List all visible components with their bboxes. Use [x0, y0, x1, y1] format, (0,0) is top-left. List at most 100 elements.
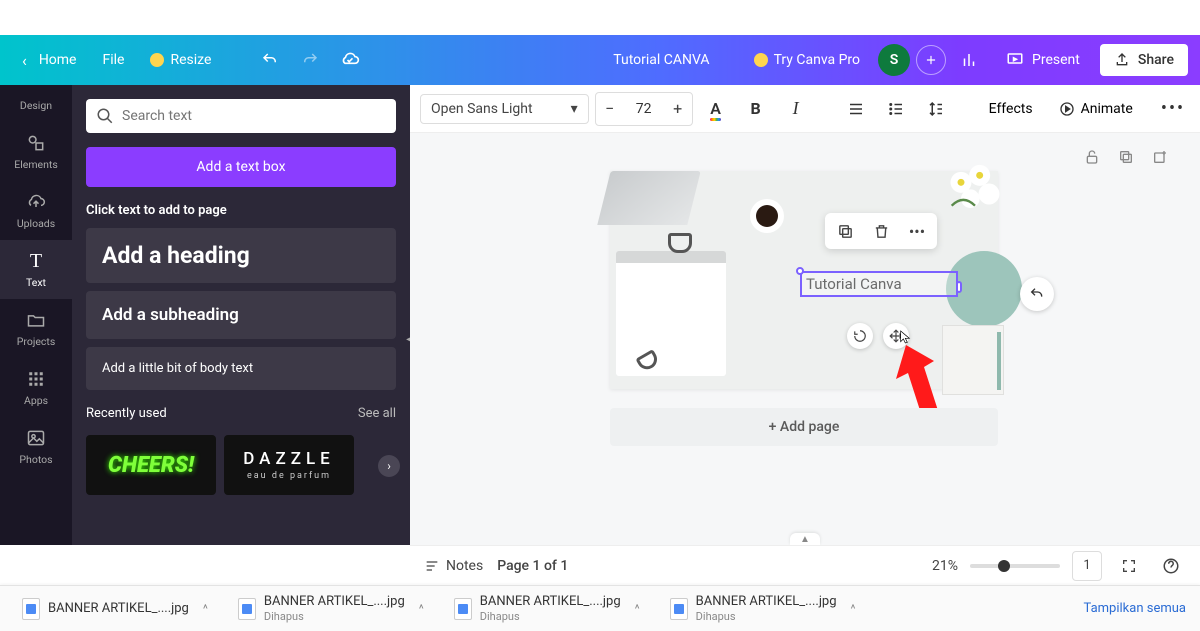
font-family-dropdown[interactable]: Open Sans Light ▾: [420, 94, 589, 124]
rail-photos-label: Photos: [19, 453, 52, 466]
fullscreen-button[interactable]: [1114, 551, 1144, 581]
download-item[interactable]: BANNER ARTIKEL_....jpg ^: [14, 594, 216, 624]
plant-decoration: [940, 159, 1010, 229]
add-body-text-option[interactable]: Add a little bit of body text: [86, 347, 396, 390]
show-thumbnails-button[interactable]: ▲: [790, 533, 820, 545]
file-menu[interactable]: File: [93, 46, 135, 74]
redo-icon: [301, 51, 319, 69]
thumb2-title: DAZZLE: [243, 449, 334, 469]
see-all-link[interactable]: See all: [358, 406, 396, 421]
zoom-slider-thumb[interactable]: [998, 560, 1010, 572]
rail-projects[interactable]: Projects: [0, 299, 72, 358]
add-heading-option[interactable]: Add a heading: [86, 228, 396, 283]
rail-apps[interactable]: Apps: [0, 358, 72, 417]
file-image-icon: [454, 598, 472, 620]
more-options-button[interactable]: •••: [1156, 92, 1190, 126]
zoom-slider[interactable]: [970, 564, 1060, 568]
rail-uploads[interactable]: Uploads: [0, 181, 72, 240]
page-controls: [1080, 145, 1172, 169]
rail-text[interactable]: T Text: [0, 240, 72, 299]
footer-bar: Notes Page 1 of 1 21% 1: [410, 545, 1200, 585]
download-filename: BANNER ARTIKEL_....jpg: [264, 594, 405, 610]
italic-button[interactable]: I: [779, 92, 813, 126]
notes-icon: [424, 558, 440, 574]
nav-rail: Design Elements Uploads T Text Projects: [0, 85, 72, 545]
chevron-down-icon: ▾: [571, 101, 578, 117]
font-size-value[interactable]: 72: [624, 101, 664, 117]
download-item[interactable]: BANNER ARTIKEL_....jpg Dihapus ^: [662, 590, 864, 627]
canvas-stage[interactable]: Tutorial Canva •••: [410, 133, 1200, 545]
spacing-icon: [927, 100, 945, 118]
rotate-handle[interactable]: [847, 323, 873, 349]
add-text-box-button[interactable]: Add a text box: [86, 147, 396, 187]
add-page-button[interactable]: + Add page: [610, 408, 998, 446]
thumb-next-button[interactable]: ›: [378, 455, 400, 477]
selected-text-element[interactable]: Tutorial Canva: [800, 271, 958, 297]
cloud-sync-button[interactable]: [333, 43, 367, 77]
download-item[interactable]: BANNER ARTIKEL_....jpg Dihapus ^: [230, 590, 432, 627]
add-collaborator-button[interactable]: [916, 45, 946, 75]
selection-handle[interactable]: [956, 281, 962, 293]
present-label: Present: [1032, 52, 1080, 68]
rail-design[interactable]: Design: [0, 89, 72, 122]
resize-button[interactable]: Resize: [140, 46, 221, 74]
lock-page-button[interactable]: [1080, 145, 1104, 169]
help-icon: [1162, 557, 1180, 575]
try-pro-button[interactable]: Try Canva Pro: [742, 46, 872, 74]
cloud-check-icon: [340, 50, 360, 70]
image-icon: [25, 427, 47, 449]
unlock-icon: [1084, 149, 1100, 165]
help-button[interactable]: [1156, 551, 1186, 581]
recent-thumb-2[interactable]: DAZZLE eau de parfum: [224, 435, 354, 495]
present-button[interactable]: Present: [992, 43, 1094, 77]
selection-handle[interactable]: [796, 267, 804, 275]
page-count-button[interactable]: 1: [1072, 551, 1102, 581]
trash-icon: [873, 223, 890, 240]
list-button[interactable]: [879, 92, 913, 126]
search-icon: [96, 107, 114, 125]
font-size-increase[interactable]: +: [664, 93, 692, 125]
undo-button[interactable]: [253, 43, 287, 77]
spacing-button[interactable]: [919, 92, 953, 126]
animate-button[interactable]: Animate: [1049, 101, 1143, 117]
effects-button[interactable]: Effects: [979, 101, 1043, 117]
rail-elements[interactable]: Elements: [0, 122, 72, 181]
add-page-label: + Add page: [769, 419, 840, 435]
show-all-downloads[interactable]: Tampilkan semua: [1084, 601, 1186, 616]
rail-photos[interactable]: Photos: [0, 417, 72, 476]
more-element-button[interactable]: •••: [905, 219, 929, 243]
share-button[interactable]: Share: [1100, 44, 1188, 76]
notes-button[interactable]: Notes: [424, 558, 483, 574]
crown-icon: [150, 53, 164, 67]
duplicate-page-button[interactable]: [1114, 145, 1138, 169]
move-icon: [889, 329, 903, 343]
avatar[interactable]: S: [878, 44, 910, 76]
redo-button[interactable]: [293, 43, 327, 77]
chevron-up-icon: ^: [851, 602, 856, 616]
share-label: Share: [1138, 52, 1174, 68]
duplicate-element-button[interactable]: [833, 219, 857, 243]
move-handle[interactable]: [883, 323, 909, 349]
add-subheading-option[interactable]: Add a subheading: [86, 291, 396, 339]
bold-button[interactable]: B: [739, 92, 773, 126]
search-text-input[interactable]: [86, 99, 396, 133]
header-bar: ‹ Home File Resize Tutorial CANVA Try Ca…: [0, 35, 1200, 85]
align-button[interactable]: [839, 92, 873, 126]
add-page-top-button[interactable]: [1148, 145, 1172, 169]
search-field[interactable]: [122, 108, 386, 124]
home-button[interactable]: ‹ Home: [12, 45, 87, 76]
design-page[interactable]: Tutorial Canva: [610, 171, 998, 389]
shapes-icon: [25, 132, 47, 154]
undo-icon: [261, 51, 279, 69]
analytics-button[interactable]: [952, 43, 986, 77]
font-size-decrease[interactable]: −: [596, 93, 624, 125]
document-title[interactable]: Tutorial CANVA: [613, 52, 709, 68]
align-icon: [847, 100, 865, 118]
plus-icon: [924, 53, 938, 67]
delete-element-button[interactable]: [869, 219, 893, 243]
download-item[interactable]: BANNER ARTIKEL_....jpg Dihapus ^: [446, 590, 648, 627]
rail-projects-label: Projects: [17, 335, 56, 348]
recent-thumb-1[interactable]: CHEERS!: [86, 435, 216, 495]
text-color-button[interactable]: A: [699, 92, 733, 126]
floating-undo-button[interactable]: [1020, 277, 1054, 311]
